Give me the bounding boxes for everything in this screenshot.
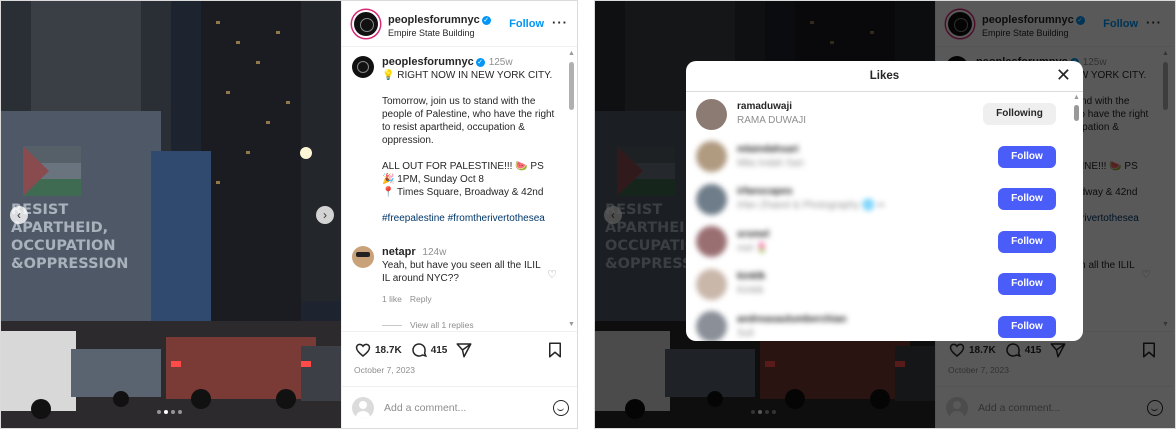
liker-fullname: RAMA DUWAJI bbox=[737, 115, 807, 126]
building-projection-text: RESIST APARTHEID, OCCUPATION &OPPRESSION bbox=[11, 201, 151, 273]
current-user-avatar bbox=[352, 396, 374, 419]
caption-time: 125w bbox=[488, 57, 513, 68]
caption-paragraph: Tomorrow, join us to stand with the peop… bbox=[382, 96, 555, 146]
caption-line: 🎉 1PM, Sunday Oct 8 bbox=[382, 174, 484, 185]
close-icon[interactable]: ✕ bbox=[1056, 61, 1071, 90]
liker-avatar[interactable] bbox=[696, 268, 727, 300]
projection-line: &OPPRESSION bbox=[11, 256, 129, 272]
projection-line: RESIST bbox=[11, 202, 69, 218]
comments-scrollbar[interactable]: ▲▼ bbox=[568, 50, 576, 328]
projection-line: APARTHEID, bbox=[11, 220, 109, 236]
add-comment-bar: Add a comment... bbox=[342, 386, 577, 428]
emoji-icon[interactable] bbox=[553, 399, 569, 416]
post-username[interactable]: peoplesforumnyc bbox=[388, 14, 480, 26]
comment-like-icon[interactable]: ♡ bbox=[547, 268, 557, 281]
liker-username[interactable]: ramaduwaji bbox=[737, 100, 806, 114]
liker-fullname: Kinkik bbox=[737, 285, 764, 296]
caption-avatar[interactable] bbox=[352, 56, 374, 78]
post-caption: peoplesforumnyc✓125w 💡 RIGHT NOW IN NEW Y… bbox=[352, 56, 565, 238]
more-options-icon[interactable]: ··· bbox=[552, 15, 568, 30]
like-user-row[interactable]: kinklk Kinkik Follow bbox=[696, 267, 1066, 301]
likes-count[interactable]: 18.7K bbox=[375, 345, 402, 356]
follow-user-button[interactable]: Follow bbox=[998, 315, 1056, 338]
likes-scrollbar[interactable]: ▲ bbox=[1073, 94, 1081, 334]
verified-badge-icon: ✓ bbox=[475, 58, 485, 67]
liker-username[interactable]: mlaindahsari bbox=[737, 143, 804, 157]
comment-text: Yeah, but have you seen all the ILIL IL … bbox=[382, 260, 541, 284]
like-user-row[interactable]: mlaindahsari Mlia Indah Sari Follow bbox=[696, 140, 1066, 174]
verified-badge-icon: ✓ bbox=[481, 15, 491, 25]
liker-avatar[interactable] bbox=[696, 183, 727, 215]
likes-modal-header: Likes ✕ bbox=[686, 61, 1083, 92]
caption-hashtags[interactable]: #freepalestine #fromtherivertothesea bbox=[382, 212, 565, 225]
post-view: RESIST APARTHEID, OCCUPATION &OPPRESSION… bbox=[0, 0, 578, 429]
liker-fullname: mel 🌷 bbox=[737, 242, 769, 254]
post-view-with-likes: RESIST APARTHEID, OCCUPATION &OPPRESSION… bbox=[594, 0, 1176, 429]
like-user-row[interactable]: ramaduwaji RAMA DUWAJI Following bbox=[696, 97, 1066, 131]
follow-user-button[interactable]: Follow bbox=[998, 145, 1056, 168]
like-user-row[interactable]: srsmel mel 🌷 Follow bbox=[696, 225, 1066, 259]
likes-modal: Likes ✕ ramaduwaji RAMA DUWAJI Following ml… bbox=[686, 61, 1083, 341]
liker-fullname: Suli bbox=[737, 327, 754, 339]
comment-likes[interactable]: 1 like bbox=[382, 294, 402, 304]
carousel-dots bbox=[157, 410, 182, 414]
comment-reply-button[interactable]: Reply bbox=[410, 294, 432, 304]
profile-avatar[interactable] bbox=[352, 9, 380, 38]
liker-username[interactable]: kinklk bbox=[737, 270, 765, 284]
caption-line: ALL OUT FOR PALESTINE!!! 🍉 PS bbox=[382, 161, 544, 172]
post-sidebar: peoplesforumnyc✓ Empire State Building F… bbox=[341, 1, 577, 428]
post-location[interactable]: Empire State Building bbox=[388, 28, 491, 39]
likes-modal-title: Likes bbox=[869, 70, 900, 82]
post-header: peoplesforumnyc✓ Empire State Building F… bbox=[342, 1, 577, 47]
liker-username[interactable]: irfanscapes bbox=[737, 185, 884, 199]
post-photo: RESIST APARTHEID, OCCUPATION &OPPRESSION… bbox=[1, 1, 341, 428]
liker-fullname: Irfan Zhaeel & Photography 🌐 ▪▪ bbox=[737, 200, 885, 211]
caption-line: 📍 Times Square, Broadway & 42nd bbox=[382, 187, 544, 198]
post-actions: 18.7K 415 October 7, 2023 bbox=[342, 331, 577, 375]
comments-section: peoplesforumnyc✓125w 💡 RIGHT NOW IN NEW Y… bbox=[342, 48, 577, 330]
projection-line: OCCUPATION bbox=[11, 238, 116, 254]
following-button[interactable]: Following bbox=[983, 103, 1056, 125]
like-user-row[interactable]: andreasaulumberchian Suli Follow bbox=[696, 310, 1066, 341]
commenter-avatar[interactable] bbox=[352, 246, 374, 268]
comments-count[interactable]: 415 bbox=[431, 345, 448, 356]
share-icon[interactable] bbox=[455, 341, 473, 359]
carousel-next-button[interactable]: › bbox=[316, 206, 334, 224]
liker-avatar[interactable] bbox=[696, 226, 727, 257]
add-comment-input[interactable]: Add a comment... bbox=[384, 402, 466, 414]
caption-username[interactable]: peoplesforumnyc bbox=[382, 56, 474, 68]
liker-avatar[interactable] bbox=[696, 98, 727, 130]
like-user-row[interactable]: irfanscapes Irfan Zhaeel & Photography 🌐 … bbox=[696, 182, 1066, 216]
liker-avatar[interactable] bbox=[696, 141, 727, 172]
follow-button[interactable]: Follow bbox=[509, 18, 544, 30]
comment-time: 124w bbox=[422, 247, 447, 258]
like-heart-icon[interactable] bbox=[354, 341, 372, 359]
comment-username[interactable]: netapr bbox=[382, 246, 416, 258]
follow-user-button[interactable]: Follow bbox=[998, 188, 1056, 210]
liker-avatar[interactable] bbox=[696, 311, 727, 341]
follow-user-button[interactable]: Follow bbox=[998, 273, 1056, 295]
comment-icon[interactable] bbox=[410, 341, 428, 359]
liker-username[interactable]: srsmel bbox=[737, 228, 769, 242]
liker-fullname: Mlia Indah Sari bbox=[737, 157, 804, 169]
view-replies-link[interactable]: View all 1 replies bbox=[382, 320, 565, 330]
caption-line: 💡 RIGHT NOW IN NEW YORK CITY. bbox=[382, 70, 553, 81]
follow-user-button[interactable]: Follow bbox=[998, 230, 1056, 253]
comment-item: netapr 124w Yeah, but have you seen all … bbox=[352, 246, 565, 306]
post-date: October 7, 2023 bbox=[354, 365, 415, 375]
liker-username[interactable]: andreasaulumberchian bbox=[737, 313, 846, 327]
carousel-prev-button[interactable]: ‹ bbox=[10, 206, 28, 224]
bookmark-icon[interactable] bbox=[546, 341, 564, 359]
